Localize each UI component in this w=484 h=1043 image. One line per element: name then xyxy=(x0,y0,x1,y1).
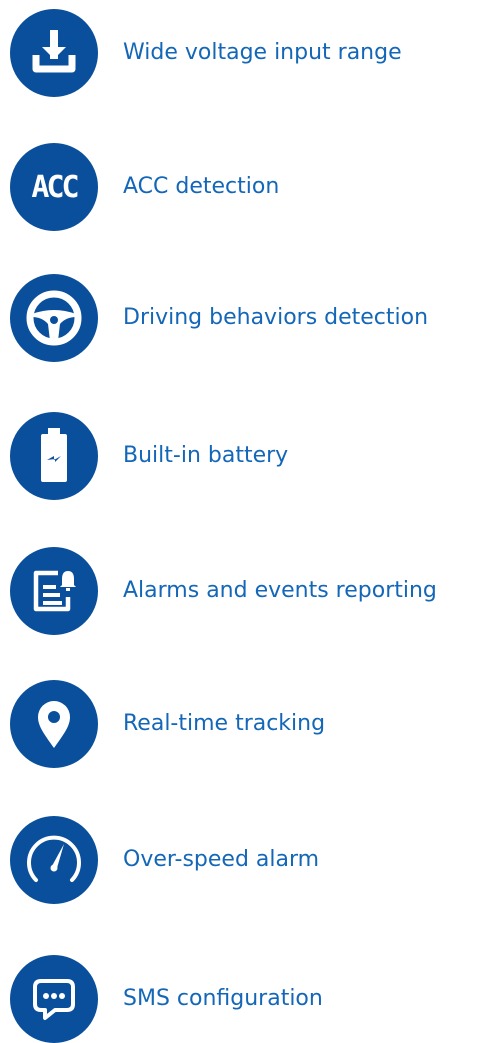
feature-label: Driving behaviors detection xyxy=(123,305,429,330)
speedometer-icon xyxy=(10,816,98,904)
feature-label: Real-time tracking xyxy=(123,711,326,736)
feature-label: SMS configuration xyxy=(123,986,323,1011)
map-pin-icon xyxy=(10,680,98,768)
chat-bubble-icon xyxy=(10,955,98,1043)
download-tray-icon xyxy=(10,9,98,97)
report-bell-icon xyxy=(10,547,98,635)
acc-icon-text: ACC xyxy=(31,169,79,205)
battery-charging-icon xyxy=(10,412,98,500)
feature-item-battery: Built-in battery xyxy=(10,412,288,500)
acc-icon: ACC xyxy=(10,143,98,231)
feature-label: Over-speed alarm xyxy=(123,847,320,872)
feature-item-driving: Driving behaviors detection xyxy=(10,274,428,362)
feature-item-alarms: Alarms and events reporting xyxy=(10,547,437,635)
feature-item-tracking: Real-time tracking xyxy=(10,680,325,768)
feature-item-acc: ACC ACC detection xyxy=(10,143,279,231)
feature-label: ACC detection xyxy=(123,174,280,199)
feature-label: Wide voltage input range xyxy=(123,40,402,65)
feature-item-sms: SMS configuration xyxy=(10,955,323,1043)
steering-wheel-icon xyxy=(10,274,98,362)
feature-label: Alarms and events reporting xyxy=(123,578,437,603)
feature-item-voltage: Wide voltage input range xyxy=(10,9,402,97)
feature-label: Built-in battery xyxy=(123,443,289,468)
feature-item-overspeed: Over-speed alarm xyxy=(10,816,319,904)
feature-list: Wide voltage input range ACC ACC detecti… xyxy=(0,0,484,1043)
